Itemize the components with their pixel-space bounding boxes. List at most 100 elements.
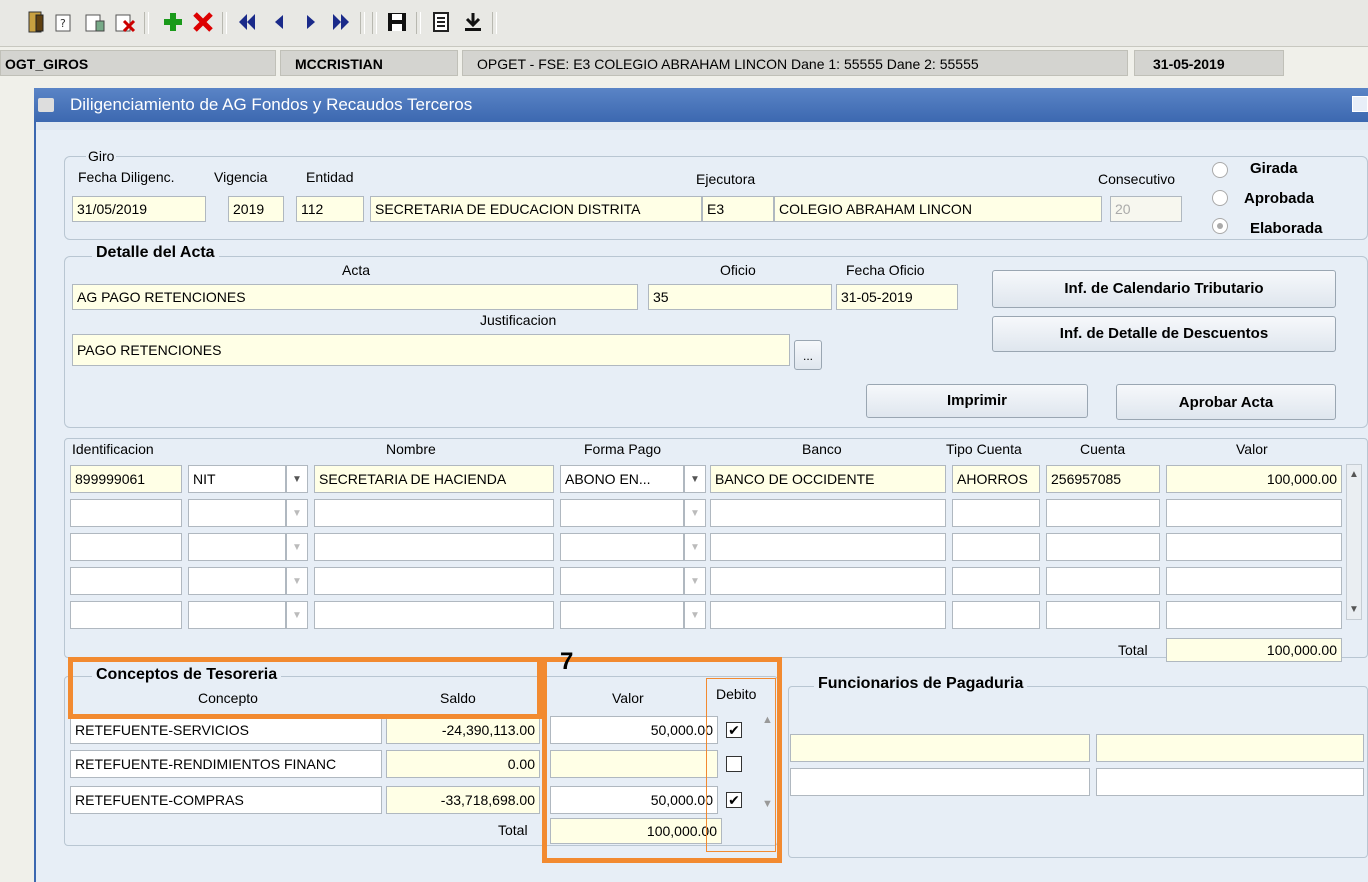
beneficiario-forma-pago-cell[interactable]: [560, 567, 684, 595]
beneficiario-tipo-cuenta-cell[interactable]: [952, 499, 1040, 527]
beneficiario-nombre-cell[interactable]: [314, 567, 554, 595]
delete-record-icon[interactable]: [190, 9, 216, 35]
beneficiario-identificacion-cell[interactable]: 899999061: [70, 465, 182, 493]
beneficiario-cuenta-cell[interactable]: [1046, 601, 1160, 629]
acta-field[interactable]: AG PAGO RETENCIONES: [72, 284, 638, 310]
annotation-number: 7: [560, 648, 574, 675]
beneficiario-cuenta-cell[interactable]: [1046, 499, 1160, 527]
vigencia-field[interactable]: 2019: [228, 196, 284, 222]
execute-query-icon[interactable]: [82, 9, 108, 35]
valor-header: Valor: [1236, 441, 1268, 457]
beneficiario-cuenta-cell[interactable]: [1046, 533, 1160, 561]
beneficiario-tipo-id-cell[interactable]: NIT: [188, 465, 286, 493]
detalle-acta-label: Detalle del Acta: [92, 244, 219, 262]
query-icon[interactable]: ?: [52, 9, 78, 35]
beneficiario-identificacion-cell[interactable]: [70, 601, 182, 629]
beneficiario-banco-cell[interactable]: [710, 601, 946, 629]
chevron-down-icon[interactable]: ▼: [684, 465, 706, 493]
funcionario-1-cargo-field[interactable]: [1096, 734, 1364, 762]
exit-icon[interactable]: [24, 9, 50, 35]
beneficiario-banco-cell[interactable]: [710, 499, 946, 527]
imprimir-button[interactable]: Imprimir: [866, 384, 1088, 418]
chevron-down-icon[interactable]: ▼: [286, 499, 308, 527]
beneficiario-cuenta-cell[interactable]: 256957085: [1046, 465, 1160, 493]
girada-radio[interactable]: [1212, 162, 1228, 178]
beneficiarios-total-field: 100,000.00: [1166, 638, 1342, 662]
chevron-down-icon[interactable]: ▼: [286, 465, 308, 493]
beneficiario-forma-pago-cell[interactable]: [560, 601, 684, 629]
beneficiario-valor-cell[interactable]: [1166, 533, 1342, 561]
concepto-cell: RETEFUENTE-RENDIMIENTOS FINANC: [70, 750, 382, 778]
chevron-down-icon[interactable]: ▼: [684, 499, 706, 527]
saldo-cell: -24,390,113.00: [386, 716, 540, 744]
beneficiario-banco-cell[interactable]: [710, 533, 946, 561]
chevron-down-icon[interactable]: ▼: [286, 601, 308, 629]
beneficiario-tipo-cuenta-cell[interactable]: [952, 567, 1040, 595]
beneficiario-forma-pago-cell[interactable]: ABONO EN...: [560, 465, 684, 493]
insert-record-icon[interactable]: [160, 9, 186, 35]
scroll-down-icon[interactable]: ▼: [1349, 604, 1359, 615]
scroll-up-icon[interactable]: ▲: [1349, 469, 1359, 480]
entidad-code-field[interactable]: 112: [296, 196, 364, 222]
aprobada-radio[interactable]: [1212, 190, 1228, 206]
cancel-query-icon[interactable]: [112, 9, 138, 35]
next-record-icon[interactable]: [298, 9, 324, 35]
calendario-tributario-button[interactable]: Inf. de Calendario Tributario: [992, 270, 1336, 308]
previous-record-icon[interactable]: [266, 9, 292, 35]
context-info: OPGET - FSE: E3 COLEGIO ABRAHAM LINCON D…: [462, 50, 1128, 76]
beneficiario-valor-cell[interactable]: [1166, 601, 1342, 629]
window-title-bar: Diligenciamiento de AG Fondos y Recaudos…: [34, 88, 1368, 122]
beneficiario-cuenta-cell[interactable]: [1046, 567, 1160, 595]
beneficiario-nombre-cell[interactable]: [314, 601, 554, 629]
beneficiario-tipo-id-cell[interactable]: [188, 601, 286, 629]
beneficiario-identificacion-cell[interactable]: [70, 533, 182, 561]
beneficiario-nombre-cell[interactable]: SECRETARIA DE HACIENDA: [314, 465, 554, 493]
beneficiario-identificacion-cell[interactable]: [70, 499, 182, 527]
beneficiario-nombre-cell[interactable]: [314, 499, 554, 527]
first-record-icon[interactable]: [234, 9, 260, 35]
beneficiario-tipo-cuenta-cell[interactable]: [952, 533, 1040, 561]
beneficiarios-scrollbar[interactable]: ▲ ▼: [1346, 464, 1362, 620]
save-icon[interactable]: [384, 9, 410, 35]
beneficiario-tipo-cuenta-cell[interactable]: AHORROS: [952, 465, 1040, 493]
elaborada-radio[interactable]: [1212, 218, 1228, 234]
ejecutora-code-field[interactable]: E3: [702, 196, 774, 222]
beneficiario-banco-cell[interactable]: BANCO DE OCCIDENTE: [710, 465, 946, 493]
fecha-oficio-field[interactable]: 31-05-2019: [836, 284, 958, 310]
chevron-down-icon[interactable]: ▼: [684, 533, 706, 561]
beneficiario-valor-cell[interactable]: [1166, 567, 1342, 595]
minimize-icon[interactable]: [1352, 96, 1368, 112]
chevron-down-icon[interactable]: ▼: [684, 601, 706, 629]
beneficiario-valor-cell[interactable]: 100,000.00: [1166, 465, 1342, 493]
chevron-down-icon[interactable]: ▼: [286, 533, 308, 561]
justificacion-field[interactable]: PAGO RETENCIONES: [72, 334, 790, 366]
beneficiario-tipo-id-cell[interactable]: [188, 533, 286, 561]
giro-frame-label: Giro: [86, 148, 117, 164]
justificacion-more-button[interactable]: ...: [794, 340, 822, 370]
beneficiario-banco-cell[interactable]: [710, 567, 946, 595]
print-icon[interactable]: [428, 9, 454, 35]
detalle-descuentos-button[interactable]: Inf. de Detalle de Descuentos: [992, 316, 1336, 352]
chevron-down-icon[interactable]: ▼: [684, 567, 706, 595]
beneficiario-nombre-cell[interactable]: [314, 533, 554, 561]
beneficiario-valor-cell[interactable]: [1166, 499, 1342, 527]
aprobar-acta-button[interactable]: Aprobar Acta: [1116, 384, 1336, 420]
oficio-field[interactable]: 35: [648, 284, 832, 310]
funcionario-2-cargo-field[interactable]: [1096, 768, 1364, 796]
download-icon[interactable]: [460, 9, 486, 35]
beneficiario-tipo-cuenta-cell[interactable]: [952, 601, 1040, 629]
beneficiario-tipo-id-cell[interactable]: [188, 499, 286, 527]
funcionario-1-name-field[interactable]: [790, 734, 1090, 762]
beneficiario-tipo-id-cell[interactable]: [188, 567, 286, 595]
entidad-name-field[interactable]: SECRETARIA DE EDUCACION DISTRITA: [370, 196, 702, 222]
beneficiario-forma-pago-cell[interactable]: [560, 499, 684, 527]
beneficiario-forma-pago-cell[interactable]: [560, 533, 684, 561]
elaborada-label: Elaborada: [1250, 220, 1323, 237]
chevron-down-icon[interactable]: ▼: [286, 567, 308, 595]
last-record-icon[interactable]: [328, 9, 354, 35]
fecha-diligenc-field[interactable]: 31/05/2019: [72, 196, 206, 222]
ejecutora-name-field[interactable]: COLEGIO ABRAHAM LINCON: [774, 196, 1102, 222]
beneficiario-identificacion-cell[interactable]: [70, 567, 182, 595]
session-date: 31-05-2019: [1134, 50, 1284, 76]
funcionario-2-name-field[interactable]: [790, 768, 1090, 796]
